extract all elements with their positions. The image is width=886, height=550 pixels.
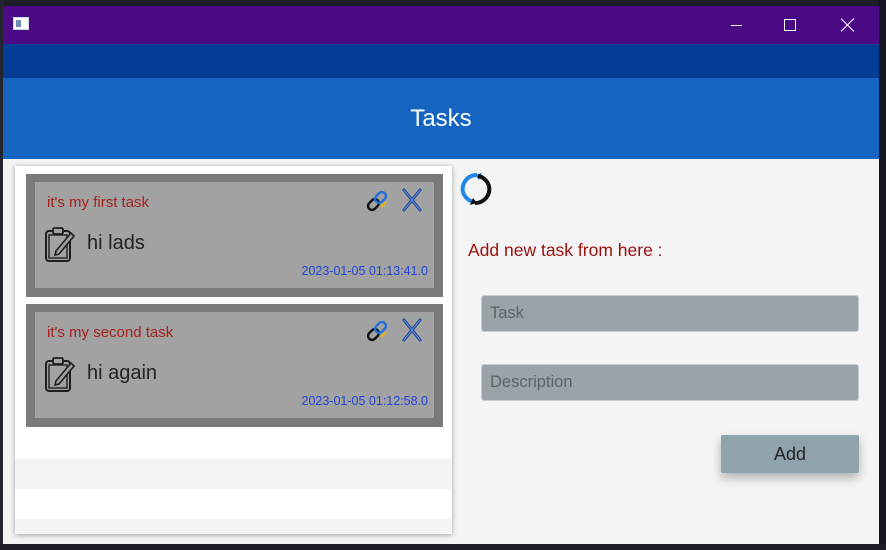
close-button[interactable] <box>825 6 871 44</box>
add-button[interactable]: Add <box>721 435 859 473</box>
task-card-body: it's my first task hi lads 2023-01-05 01… <box>35 182 434 288</box>
tools-icon[interactable] <box>401 317 423 343</box>
task-input[interactable] <box>481 295 859 332</box>
task-card-body: it's my second task hi again 2023-01-05 … <box>35 312 434 418</box>
link-icon[interactable] <box>365 319 389 343</box>
link-icon[interactable] <box>365 189 389 213</box>
task-title: it's my first task <box>47 194 150 211</box>
form-label: Add new task from here : <box>468 240 663 260</box>
refresh-icon[interactable] <box>455 170 497 208</box>
minimize-icon <box>730 24 742 26</box>
title-bar <box>3 6 879 44</box>
maximize-button[interactable] <box>767 6 813 44</box>
task-description: hi lads <box>87 232 145 254</box>
task-date: 2023-01-05 01:13:41.0 <box>301 264 429 278</box>
task-date: 2023-01-05 01:12:58.0 <box>301 394 429 408</box>
app-window: Tasks it's my first task hi lads 2023-01… <box>3 6 879 544</box>
empty-row <box>15 519 452 534</box>
task-card[interactable]: it's my first task hi lads 2023-01-05 01… <box>26 174 443 297</box>
app-icon <box>13 17 29 30</box>
empty-row <box>15 459 452 489</box>
maximize-icon <box>784 19 796 31</box>
task-list[interactable]: it's my first task hi lads 2023-01-05 01… <box>15 166 452 534</box>
tools-icon[interactable] <box>401 187 423 213</box>
header-bar: Tasks <box>3 78 879 159</box>
description-input[interactable] <box>481 364 859 401</box>
task-description: hi again <box>87 362 158 384</box>
minimize-button[interactable] <box>713 6 759 44</box>
clipboard-edit-icon[interactable] <box>44 225 76 263</box>
close-icon <box>841 18 855 32</box>
task-card[interactable]: it's my second task hi again 2023-01-05 … <box>26 304 443 427</box>
task-title: it's my second task <box>47 324 174 341</box>
menu-bar <box>3 44 879 78</box>
desktop-edge-right <box>878 0 886 550</box>
clipboard-edit-icon[interactable] <box>44 355 76 393</box>
desktop-edge-bottom <box>0 544 886 550</box>
page-title: Tasks <box>410 104 472 132</box>
